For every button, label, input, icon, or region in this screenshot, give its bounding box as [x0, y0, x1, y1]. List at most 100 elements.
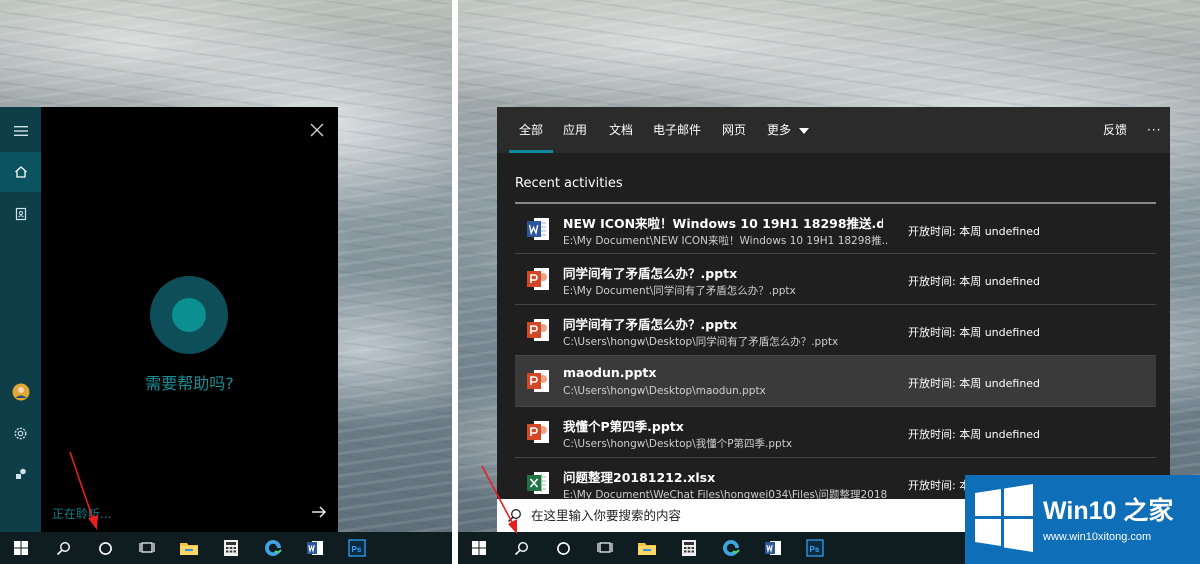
cortana-logo	[150, 276, 228, 354]
send-arrow-icon[interactable]	[310, 503, 328, 521]
avatar[interactable]	[0, 372, 41, 412]
list-item[interactable]: 同学间有了矛盾怎么办？.pptx C:\Users\hongw\Desktop\…	[515, 304, 1156, 355]
file-name: 同学间有了矛盾怎么办？.pptx	[563, 266, 738, 281]
feedback-button[interactable]: 反馈	[1103, 107, 1127, 153]
file-path: C:\Users\hongw\Desktop\我懂个P第四季.pptx	[563, 438, 793, 450]
user-avatar-icon	[12, 383, 29, 401]
recent-activities-list: NEW ICON来啦！Windows 10 19H1 18298推送.docx …	[515, 202, 1156, 508]
tab-all[interactable]: 全部	[508, 107, 554, 153]
cortana-button[interactable]	[542, 532, 584, 564]
file-open-time: 开放时间: 本周 undefined	[908, 326, 1041, 339]
tab-email[interactable]: 电子邮件	[653, 107, 701, 153]
edge-icon	[723, 540, 740, 556]
file-open-time: 开放时间: 本周 undefined	[908, 377, 1041, 390]
file-path: C:\Users\hongw\Desktop\同学间有了矛盾怎么办？.pptx	[563, 336, 839, 348]
word-file-icon	[527, 218, 549, 240]
list-item[interactable]: NEW ICON来啦！Windows 10 19H1 18298推送.docx …	[515, 202, 1156, 253]
windows-logo-icon	[472, 541, 486, 555]
powerpoint-file-icon	[527, 421, 549, 443]
file-path: E:\My Document\同学间有了矛盾怎么办？.pptx	[563, 285, 796, 297]
hamburger-menu-button[interactable]	[0, 111, 41, 151]
svg-text:Ps: Ps	[810, 545, 820, 554]
task-view-button[interactable]	[584, 532, 626, 564]
tab-documents[interactable]: 文档	[609, 107, 633, 153]
task-view-icon	[597, 542, 613, 553]
calculator-icon	[224, 540, 238, 556]
file-name: 同学间有了矛盾怎么办？.pptx	[563, 317, 738, 332]
file-explorer-button[interactable]	[168, 532, 210, 564]
excel-file-icon	[527, 472, 549, 494]
word-app-button[interactable]	[294, 532, 336, 564]
edge-icon	[265, 540, 282, 556]
search-input[interactable]	[531, 508, 951, 523]
search-icon	[56, 541, 70, 555]
file-name: maodun.pptx	[563, 365, 657, 380]
cortana-panel: 需要帮助吗? 正在聆听...	[0, 107, 338, 532]
task-view-icon	[139, 542, 155, 553]
edge-browser-button[interactable]	[710, 532, 752, 564]
word-app-icon	[765, 541, 781, 555]
task-view-button[interactable]	[126, 532, 168, 564]
file-path: E:\My Document\NEW ICON来啦！Windows 10 19H…	[563, 235, 888, 247]
feedback-icon	[15, 468, 26, 479]
more-options-button[interactable]: ···	[1147, 107, 1161, 153]
start-button[interactable]	[0, 532, 42, 564]
watermark-title: Win10 之家	[1043, 497, 1174, 525]
close-button[interactable]	[306, 119, 328, 141]
tab-web[interactable]: 网页	[722, 107, 746, 153]
gear-icon	[14, 427, 27, 439]
taskbar-search-button[interactable]	[42, 532, 84, 564]
left-screenshot: 需要帮助吗? 正在聆听... Ps	[0, 0, 452, 564]
tab-more[interactable]: 更多	[767, 107, 809, 153]
powerpoint-file-icon	[527, 319, 549, 341]
cortana-logo-core	[172, 298, 206, 332]
hamburger-icon	[13, 126, 28, 136]
taskbar-search-button[interactable]	[500, 532, 542, 564]
taskbar: Ps	[0, 532, 452, 564]
close-icon	[310, 123, 324, 137]
calculator-button[interactable]	[210, 532, 252, 564]
file-explorer-button[interactable]	[626, 532, 668, 564]
photoshop-app-button[interactable]: Ps	[336, 532, 378, 564]
search-icon	[514, 541, 528, 555]
sidebar-item-settings[interactable]	[0, 413, 41, 453]
cortana-listening-status: 正在聆听...	[52, 507, 112, 521]
search-icon	[507, 509, 521, 523]
powerpoint-file-icon	[527, 268, 549, 290]
cortana-sidebar	[0, 107, 41, 532]
search-box-icon-wrapper	[497, 508, 531, 523]
sidebar-item-notebook[interactable]	[0, 194, 41, 234]
cortana-button[interactable]	[84, 532, 126, 564]
word-app-icon	[307, 541, 323, 555]
search-results-panel: 全部 应用 文档 电子邮件 网页 更多 反馈 ··· Recent activi…	[497, 107, 1170, 501]
list-item[interactable]: 我懂个P第四季.pptx C:\Users\hongw\Desktop\我懂个P…	[515, 406, 1156, 457]
word-app-button[interactable]	[752, 532, 794, 564]
sidebar-item-home[interactable]	[0, 152, 41, 192]
file-name: 问题整理20181212.xlsx	[563, 470, 716, 485]
home-icon	[14, 166, 27, 178]
svg-text:Ps: Ps	[352, 545, 362, 554]
tab-apps[interactable]: 应用	[563, 107, 587, 153]
list-item[interactable]: 同学间有了矛盾怎么办？.pptx E:\My Document\同学间有了矛盾怎…	[515, 253, 1156, 304]
calculator-button[interactable]	[668, 532, 710, 564]
cortana-help-text: 需要帮助吗?	[145, 374, 234, 393]
tab-more-label: 更多	[767, 123, 792, 137]
powerpoint-file-icon	[527, 370, 549, 392]
file-name: NEW ICON来啦！Windows 10 19H1 18298推送.docx	[563, 216, 883, 231]
folder-icon	[638, 543, 656, 555]
file-path: C:\Users\hongw\Desktop\maodun.pptx	[563, 385, 766, 397]
start-button[interactable]	[458, 532, 500, 564]
list-item-highlighted[interactable]: maodun.pptx C:\Users\hongw\Desktop\maodu…	[515, 355, 1156, 406]
section-title: Recent activities	[515, 176, 623, 191]
photoshop-app-button[interactable]: Ps	[794, 532, 836, 564]
edge-browser-button[interactable]	[252, 532, 294, 564]
taskbar-search-box[interactable]	[497, 499, 977, 532]
site-watermark: Win10 之家 www.win10xitong.com	[965, 475, 1200, 564]
chevron-down-icon	[798, 127, 809, 134]
sidebar-item-feedback[interactable]	[0, 454, 41, 494]
search-tabs: 全部 应用 文档 电子邮件 网页 更多 反馈 ···	[497, 107, 1170, 153]
windows-logo-icon	[975, 484, 1033, 552]
file-name: 我懂个P第四季.pptx	[563, 419, 684, 434]
photoshop-app-icon: Ps	[806, 539, 824, 557]
file-open-time: 开放时间: 本周 undefined	[908, 428, 1041, 441]
